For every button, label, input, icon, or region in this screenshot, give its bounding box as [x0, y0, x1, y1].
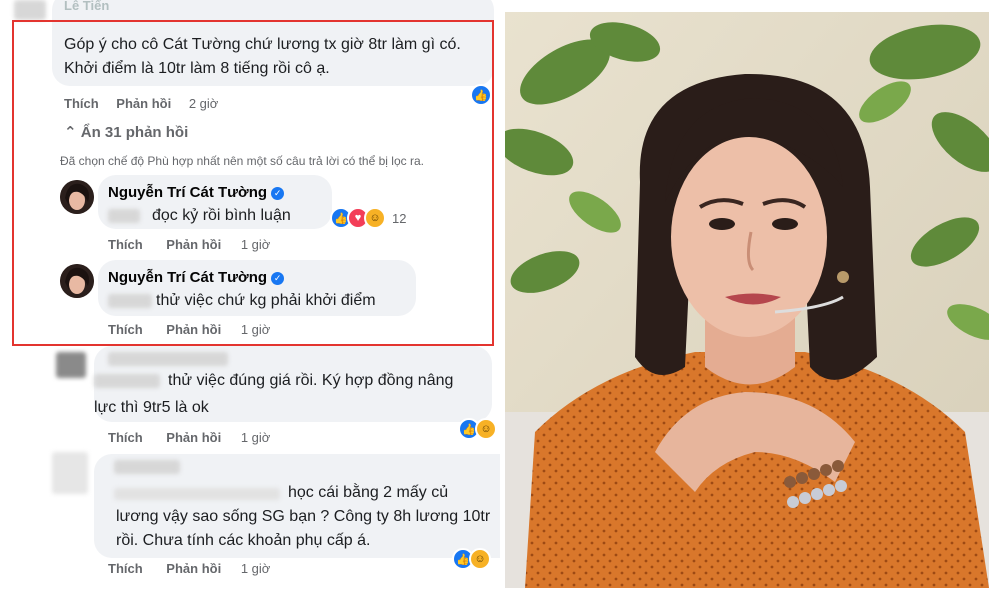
comment3-line2: lực thì 9tr5 là ok	[94, 399, 209, 416]
top-comment-author: Lê Tiến	[64, 0, 110, 13]
avatar-blurred	[52, 452, 88, 494]
comment4-reactions[interactable]: 👍 ☺	[452, 548, 491, 570]
comment4-line3: rồi. Chưa tính các khoản phụ cấp á.	[116, 532, 371, 549]
avatar-blurred	[56, 352, 86, 378]
haha-reaction-icon: ☺	[469, 548, 491, 570]
comment-time: 1 giờ	[240, 561, 271, 576]
highlight-box	[12, 20, 494, 346]
like-link[interactable]: Thích	[108, 561, 143, 576]
author-blurred	[108, 352, 228, 366]
haha-reaction-icon: ☺	[475, 418, 497, 440]
comment-time: 1 giờ	[240, 430, 271, 445]
author-blurred	[114, 460, 180, 474]
mention-blurred	[94, 374, 160, 388]
comment3-line1: thử việc đúng giá rồi. Ký hợp đồng nâng	[168, 372, 454, 389]
portrait-photo	[505, 12, 989, 588]
comment4-bubble: học cái bằng 2 mấy củ lương vậy sao sống…	[94, 454, 500, 558]
mention-blurred	[114, 488, 280, 500]
portrait-illustration	[505, 12, 989, 588]
reply-link[interactable]: Phản hồi	[166, 561, 221, 576]
reply-link[interactable]: Phản hồi	[166, 430, 221, 445]
comment3-bubble: thử việc đúng giá rồi. Ký hợp đồng nâng …	[94, 346, 492, 422]
comment3-reactions[interactable]: 👍 ☺	[458, 418, 497, 440]
commenter-avatar-blurred	[14, 0, 46, 20]
comment4-line2: lương vậy sao sống SG bạn ? Công ty 8h l…	[116, 508, 491, 525]
comment4-line1: học cái bằng 2 mấy củ	[288, 484, 449, 501]
comment-thread-panel: Lê Tiến Góp ý cho cô Cát Tường chứ lương…	[0, 0, 500, 599]
like-link[interactable]: Thích	[108, 430, 143, 445]
